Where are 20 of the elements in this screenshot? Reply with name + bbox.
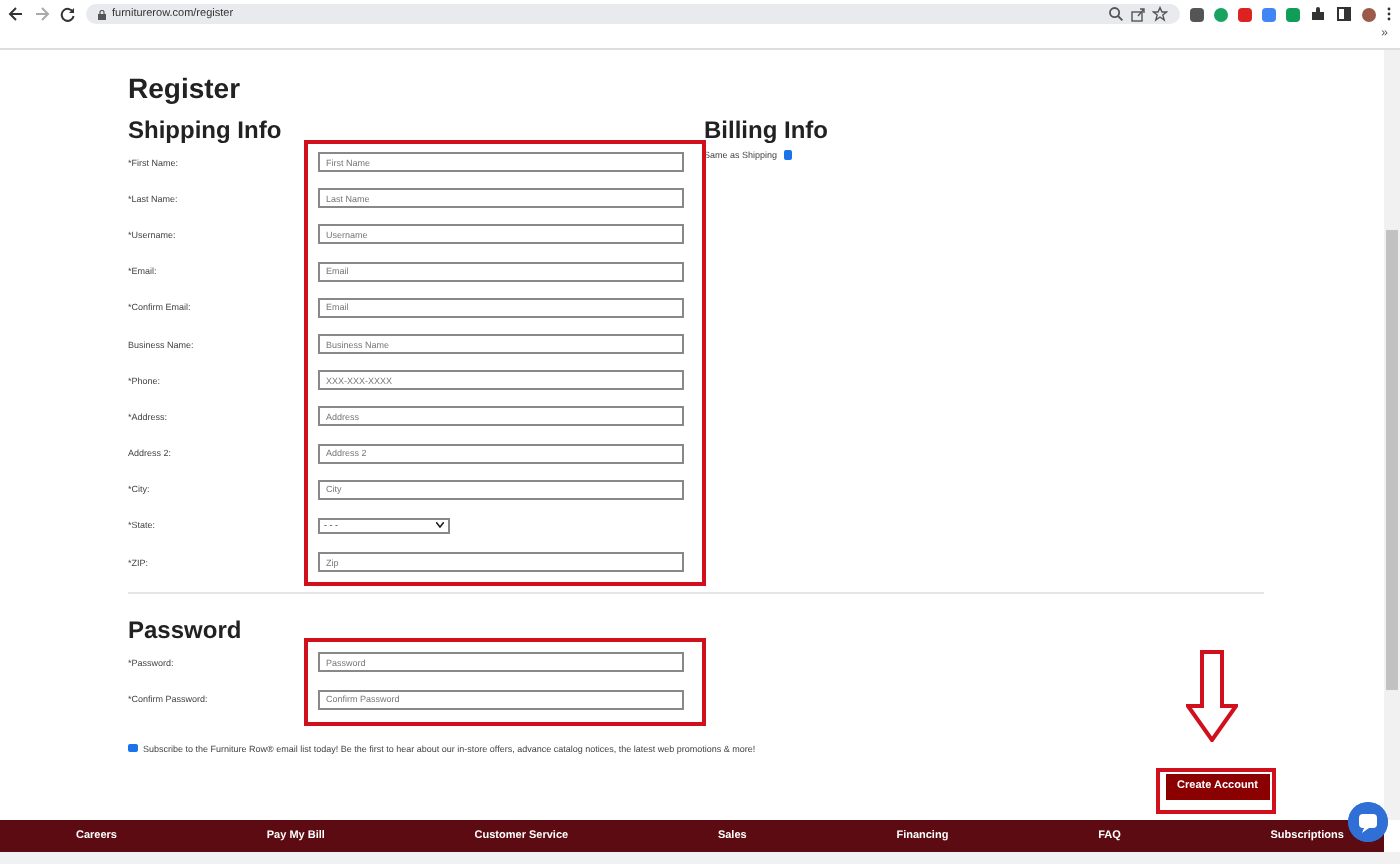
section-heading: Password xyxy=(128,616,244,645)
menu-icon[interactable] xyxy=(1386,6,1392,22)
back-icon[interactable] xyxy=(8,6,24,22)
scrollbar[interactable] xyxy=(1384,50,1400,820)
search-icon[interactable] xyxy=(1108,6,1124,22)
down-arrow-icon xyxy=(1186,650,1238,742)
section-heading: Billing Info xyxy=(704,116,828,144)
share-icon[interactable] xyxy=(1130,6,1146,22)
annotation-box xyxy=(1156,768,1276,814)
checkbox[interactable] xyxy=(783,150,793,160)
page-title: Register xyxy=(128,72,243,104)
section-heading: Shipping Info xyxy=(128,116,284,144)
avatar-icon[interactable] xyxy=(1362,7,1376,21)
lock-icon xyxy=(98,9,106,19)
sidebar-icon[interactable] xyxy=(1336,6,1352,22)
chevron-down-icon xyxy=(436,522,444,529)
chat-icon[interactable] xyxy=(1348,802,1388,842)
reload-icon[interactable] xyxy=(60,6,76,22)
checkbox[interactable] xyxy=(128,743,137,753)
star-icon[interactable] xyxy=(1152,6,1168,22)
